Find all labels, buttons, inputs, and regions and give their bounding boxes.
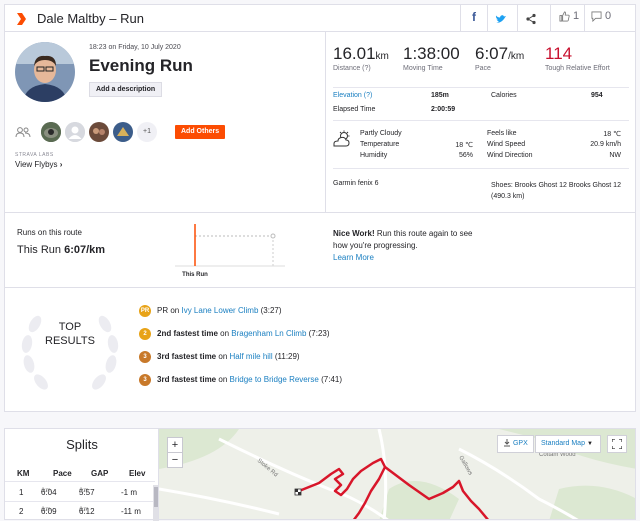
moving-time-value: 1:38:00: [403, 44, 460, 63]
bronze-medal-icon: 3: [139, 350, 151, 363]
distance-label[interactable]: Distance (?): [333, 65, 389, 72]
fullscreen-icon: [611, 438, 623, 450]
elapsed-value: 2:00:59: [431, 106, 456, 113]
result-item: 3 3rd fastest time on Bridge to Bridge Re…: [139, 373, 342, 387]
this-run-pace: This Run 6:07/km: [17, 244, 106, 256]
shoes-info: Shoes: Brooks Ghost 12 Brooks Ghost 12 (…: [491, 182, 621, 200]
temperature-value: 18 ℃: [455, 142, 473, 149]
activity-header: Dale Maltby – Run f 1 0: [4, 4, 636, 32]
fullscreen-button[interactable]: [607, 435, 627, 453]
start-flag-icon: [294, 488, 302, 496]
pr-medal-icon: PR: [139, 304, 151, 317]
elevation-label[interactable]: Elevation (?): [333, 92, 372, 99]
add-others-button[interactable]: Add Others: [175, 125, 226, 139]
splits-title: Splits: [66, 437, 98, 452]
kudos-count: 1: [572, 10, 580, 22]
athlete-avatar-small[interactable]: [41, 122, 61, 142]
road-label: Gallows: [457, 455, 473, 476]
top-results-title: TOP RESULTS: [45, 321, 95, 347]
silver-medal-icon: 2: [139, 327, 151, 340]
feels-like-value: 18 ℃: [603, 131, 621, 138]
route-comparison-chart: This Run: [175, 224, 285, 278]
segment-link[interactable]: Bragenham Ln Climb: [231, 329, 306, 338]
splits-panel: Splits KM Pace GAP Elev 1 6:04 /km 5:57 …: [4, 428, 159, 521]
humidity-value: 56%: [458, 152, 473, 159]
segment-link[interactable]: Ivy Lane Lower Climb: [181, 306, 258, 315]
add-description-button[interactable]: Add a description: [89, 82, 163, 97]
distance-value: 16.01: [333, 44, 376, 63]
strava-chevron-icon: [17, 13, 26, 25]
result-item: PR PR on Ivy Lane Lower Climb (3:27): [139, 304, 282, 317]
wind-direction-value: NW: [609, 152, 621, 159]
moving-time-stat: 1:38:00 Moving Time: [403, 44, 460, 72]
pace-stat: 6:07/km Pace: [475, 44, 525, 72]
activity-datetime: 18:23 on Friday, 10 July 2020: [89, 44, 181, 51]
group-athletes: +1 Add Others: [15, 122, 315, 144]
athlete-avatar-placeholder[interactable]: [65, 122, 85, 142]
bronze-medal-icon: 3: [139, 373, 151, 386]
relative-effort-stat[interactable]: 114 Tough Relative Effort: [545, 44, 625, 73]
route-chart-label: This Run: [182, 272, 208, 278]
page-title: Dale Maltby – Run: [37, 11, 144, 26]
route-title: Runs on this route: [17, 228, 82, 237]
route-prompt: Nice Work! Run this route again to see h…: [333, 229, 473, 262]
kudos-button[interactable]: 1: [557, 10, 581, 28]
view-flybys-link[interactable]: View Flybys ›: [15, 160, 62, 169]
calories-value: 954: [591, 92, 603, 99]
twitter-icon[interactable]: [495, 10, 507, 28]
result-item: 3 3rd fastest time on Half mile hill (11:…: [139, 350, 300, 364]
activity-summary: 18:23 on Friday, 10 July 2020 Evening Ru…: [4, 32, 636, 412]
athlete-avatar[interactable]: [15, 42, 75, 102]
share-icon[interactable]: [525, 10, 537, 28]
pace-value: 6:07: [475, 44, 509, 63]
partly-cloudy-icon: [333, 130, 350, 147]
chevron-right-icon: ›: [59, 160, 63, 169]
comment-icon: [591, 11, 602, 22]
wind-speed-value: 20.9 km/h: [590, 141, 621, 148]
elevation-value: 185m: [431, 92, 449, 99]
athlete-avatar-small[interactable]: [89, 122, 109, 142]
group-icon: [15, 127, 31, 138]
map-type-select[interactable]: Standard Map ▼: [535, 435, 601, 453]
download-icon: [504, 439, 510, 447]
distance-stat: 16.01km Distance (?): [333, 44, 389, 72]
segment-link[interactable]: Half mile hill: [229, 352, 272, 361]
gpx-export-button[interactable]: GPX: [497, 435, 534, 453]
segment-link[interactable]: Bridge to Bridge Reverse: [229, 375, 318, 384]
learn-more-link[interactable]: Learn More: [333, 253, 374, 262]
device-name: Garmin fenix 6: [333, 180, 379, 187]
facebook-icon[interactable]: f: [467, 10, 481, 28]
zoom-out-button[interactable]: −: [167, 452, 183, 468]
more-athletes-badge[interactable]: +1: [137, 122, 157, 142]
zoom-in-button[interactable]: +: [167, 437, 183, 453]
caret-down-icon: ▼: [586, 441, 593, 447]
activity-name: Evening Run: [89, 56, 193, 75]
athlete-avatar-small[interactable]: [113, 122, 133, 142]
relative-effort-value: 114: [545, 44, 573, 63]
laurel-wreath-icon: [21, 315, 119, 390]
thumbs-up-icon: [559, 11, 570, 22]
comments-count: 0: [604, 10, 612, 22]
comments-button[interactable]: 0: [589, 10, 613, 28]
result-item: 2 2nd fastest time on Bragenham Ln Climb …: [139, 327, 330, 341]
route-map[interactable]: Stoke Rd Gallows Cottam Wood + − GPX Sta…: [158, 428, 636, 520]
strava-labs-label: STRAVA LABS: [15, 152, 54, 158]
